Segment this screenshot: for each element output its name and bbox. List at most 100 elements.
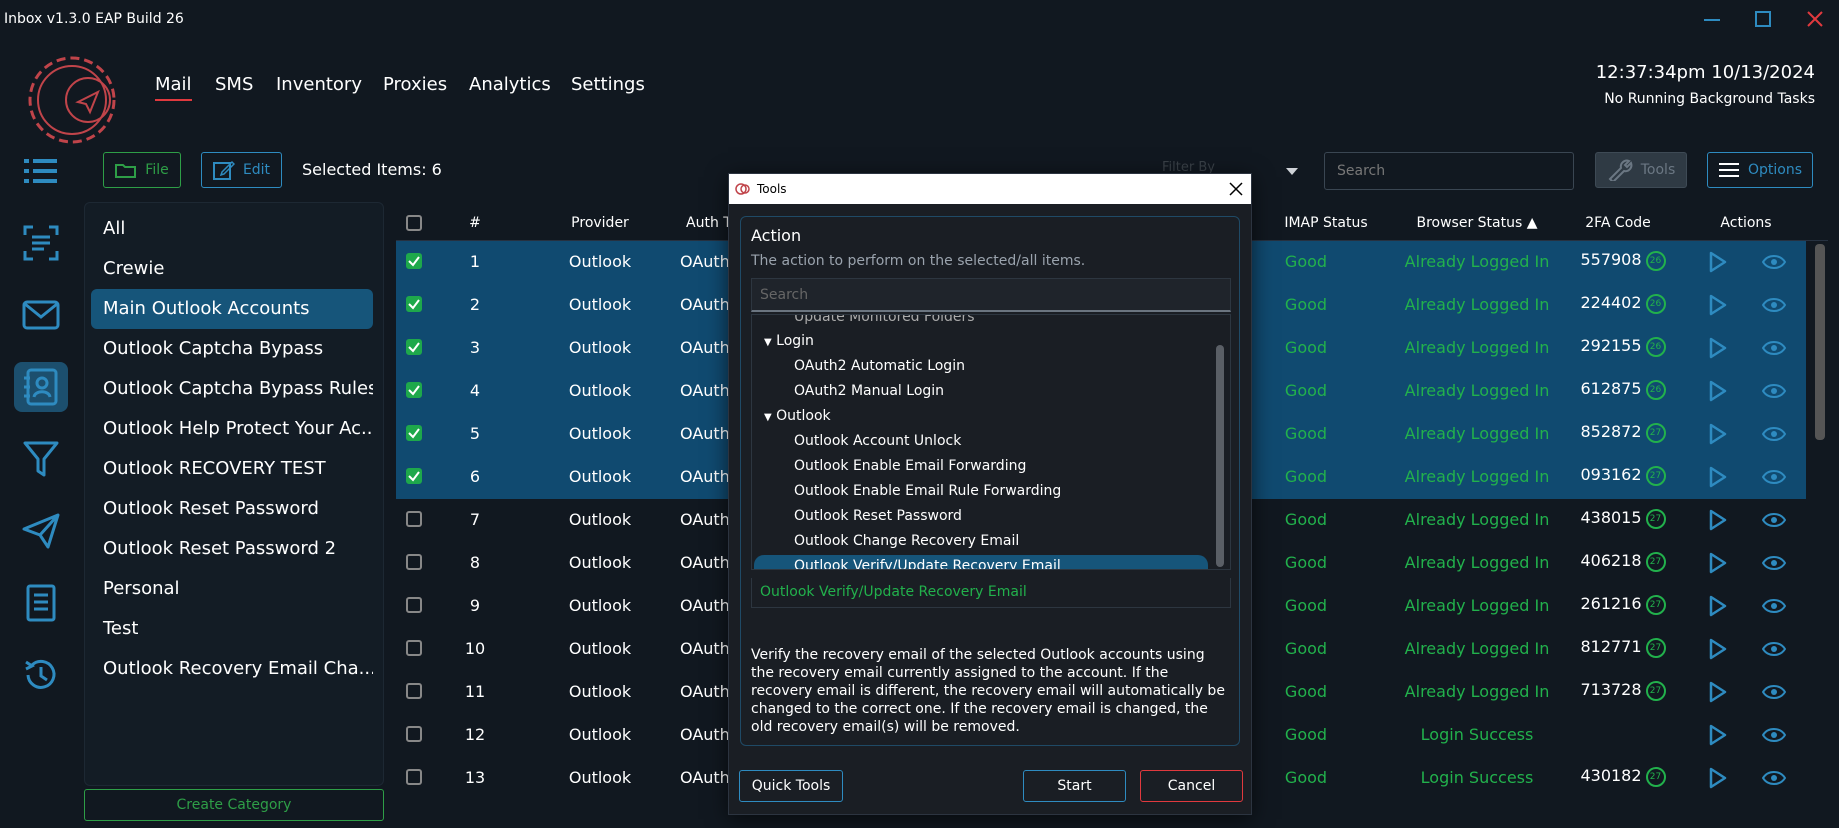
rail-filter-icon[interactable] (14, 434, 68, 484)
col-2fa[interactable]: 2FA Code (1548, 215, 1688, 231)
eye-icon[interactable] (1762, 597, 1786, 615)
close-window-button[interactable] (1800, 6, 1830, 32)
category-item[interactable]: Personal (91, 569, 373, 609)
tree-item[interactable]: Outlook Change Recovery Email (794, 533, 1019, 549)
row-checkbox[interactable] (406, 382, 422, 398)
close-icon[interactable] (1229, 182, 1243, 196)
eye-icon[interactable] (1762, 253, 1786, 271)
col-num[interactable]: # (432, 215, 518, 231)
search-input[interactable]: Search (1324, 152, 1574, 190)
rail-notes-icon[interactable] (14, 578, 68, 628)
rail-send-icon[interactable] (14, 506, 68, 556)
nav-sms[interactable]: SMS (215, 74, 253, 95)
tree-item[interactable]: Outlook Enable Email Forwarding (794, 458, 1026, 474)
select-all-checkbox[interactable] (406, 215, 422, 231)
rail-history-icon[interactable] (14, 650, 68, 700)
rail-scan-icon[interactable] (14, 218, 68, 268)
row-checkbox[interactable] (406, 296, 422, 312)
play-icon[interactable] (1708, 337, 1728, 359)
tree-group-login[interactable]: ▼ Login (764, 333, 814, 349)
quick-tools-button[interactable]: Quick Tools (739, 770, 843, 802)
tree-item[interactable]: OAuth2 Manual Login (794, 383, 944, 399)
maximize-button[interactable] (1748, 6, 1778, 32)
tree-item[interactable]: Outlook Account Unlock (794, 433, 961, 449)
eye-icon[interactable] (1762, 296, 1786, 314)
category-item[interactable]: Test (91, 609, 373, 649)
rail-mail-icon[interactable] (14, 290, 68, 340)
row-checkbox[interactable] (406, 468, 422, 484)
start-button[interactable]: Start (1023, 770, 1126, 802)
tree-item[interactable]: OAuth2 Automatic Login (794, 358, 965, 374)
play-icon[interactable] (1708, 509, 1728, 531)
category-item[interactable]: Outlook RECOVERY TEST (91, 449, 373, 489)
category-item[interactable]: All (91, 209, 373, 249)
eye-icon[interactable] (1762, 554, 1786, 572)
nav-analytics[interactable]: Analytics (469, 74, 551, 95)
row-checkbox[interactable] (406, 511, 422, 527)
row-checkbox[interactable] (406, 425, 422, 441)
cancel-button[interactable]: Cancel (1140, 770, 1243, 802)
row-checkbox[interactable] (406, 683, 422, 699)
col-imap[interactable]: IMAP Status (1256, 215, 1396, 231)
row-checkbox[interactable] (406, 597, 422, 613)
play-icon[interactable] (1708, 423, 1728, 445)
edit-button[interactable]: Edit (201, 152, 282, 188)
category-item[interactable]: Outlook Reset Password 2 (91, 529, 373, 569)
eye-icon[interactable] (1762, 726, 1786, 744)
sort-asc-icon: ▲ (1526, 215, 1538, 231)
category-item[interactable]: Outlook Recovery Email Cha... (91, 649, 373, 689)
row-number: 2 (469, 295, 481, 314)
play-icon[interactable] (1708, 294, 1728, 316)
tree-item[interactable]: Outlook Reset Password (794, 508, 962, 524)
category-item[interactable]: Outlook Help Protect Your Ac... (91, 409, 373, 449)
nav-inventory[interactable]: Inventory (276, 74, 362, 95)
col-browser-status[interactable]: Browser Status ▲ (1402, 215, 1552, 231)
row-checkbox[interactable] (406, 769, 422, 785)
file-button[interactable]: File (103, 152, 181, 188)
eye-icon[interactable] (1762, 382, 1786, 400)
create-category-button[interactable]: Create Category (84, 789, 384, 821)
category-item[interactable]: Crewie (91, 249, 373, 289)
rail-list-icon[interactable] (14, 146, 68, 196)
eye-icon[interactable] (1762, 339, 1786, 357)
category-item[interactable]: Outlook Captcha Bypass (91, 329, 373, 369)
table-scrollbar[interactable] (1815, 244, 1825, 440)
category-item[interactable]: Outlook Captcha Bypass Rules (91, 369, 373, 409)
tree-item[interactable]: Update Monitored Folders (794, 315, 975, 325)
play-icon[interactable] (1708, 251, 1728, 273)
play-icon[interactable] (1708, 681, 1728, 703)
eye-icon[interactable] (1762, 640, 1786, 658)
row-checkbox[interactable] (406, 339, 422, 355)
eye-icon[interactable] (1762, 468, 1786, 486)
nav-mail[interactable]: Mail (155, 74, 192, 101)
rail-contacts-icon[interactable] (14, 362, 68, 412)
folder-icon (115, 164, 137, 178)
play-icon[interactable] (1708, 595, 1728, 617)
action-search-input[interactable]: Search (751, 278, 1231, 312)
row-checkbox[interactable] (406, 253, 422, 269)
nav-settings[interactable]: Settings (571, 74, 645, 95)
play-icon[interactable] (1708, 638, 1728, 660)
tree-group-outlook[interactable]: ▼ Outlook (764, 408, 831, 424)
eye-icon[interactable] (1762, 683, 1786, 701)
category-item-active[interactable]: Main Outlook Accounts (91, 289, 373, 329)
tools-button[interactable]: Tools (1595, 152, 1687, 188)
minimize-button[interactable] (1697, 6, 1727, 32)
eye-icon[interactable] (1762, 511, 1786, 529)
row-checkbox[interactable] (406, 554, 422, 570)
options-button[interactable]: Options (1707, 152, 1813, 188)
nav-proxies[interactable]: Proxies (383, 74, 447, 95)
play-icon[interactable] (1708, 466, 1728, 488)
play-icon[interactable] (1708, 380, 1728, 402)
row-checkbox[interactable] (406, 640, 422, 656)
play-icon[interactable] (1708, 767, 1728, 789)
eye-icon[interactable] (1762, 425, 1786, 443)
play-icon[interactable] (1708, 552, 1728, 574)
category-item[interactable]: Outlook Reset Password (91, 489, 373, 529)
tree-item[interactable]: Outlook Enable Email Rule Forwarding (794, 483, 1061, 499)
eye-icon[interactable] (1762, 769, 1786, 787)
tree-scrollbar[interactable] (1216, 345, 1224, 567)
col-provider[interactable]: Provider (520, 215, 680, 231)
play-icon[interactable] (1708, 724, 1728, 746)
row-checkbox[interactable] (406, 726, 422, 742)
